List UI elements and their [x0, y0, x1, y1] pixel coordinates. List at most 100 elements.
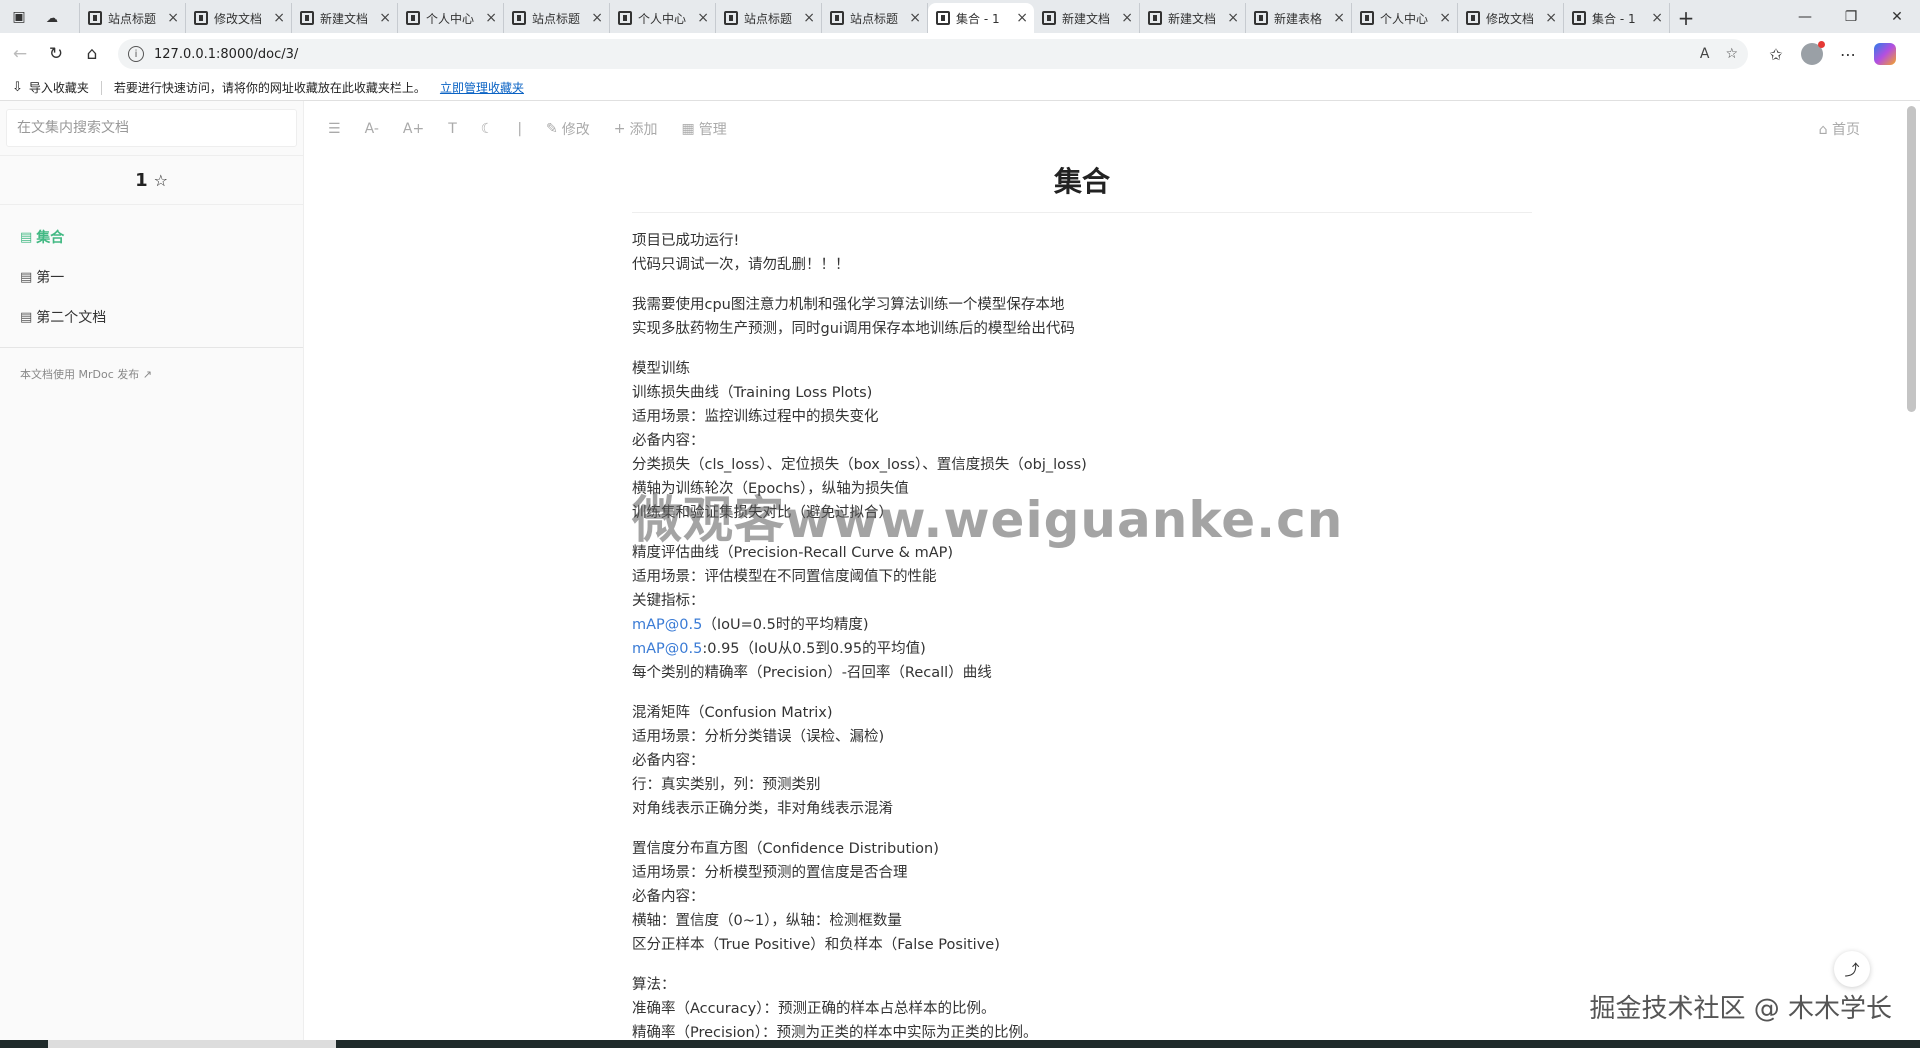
- import-favorites-button[interactable]: 导入收藏夹: [29, 79, 89, 96]
- map-link[interactable]: mAP@0.5: [632, 641, 702, 657]
- profile-avatar[interactable]: [1801, 41, 1825, 65]
- browser-tab[interactable]: 个人中心 ×: [610, 3, 716, 33]
- font-increase-icon[interactable]: A+: [403, 121, 424, 137]
- text-line: 对角线表示正确分类，非对角线表示混淆: [632, 801, 893, 817]
- page-icon: [1148, 11, 1162, 25]
- paragraph: 项目已成功运行! 代码只调试一次，请勿乱删！！！: [632, 229, 1532, 277]
- browser-tab[interactable]: 集合 - 1 ×: [1564, 3, 1670, 33]
- add-button[interactable]: + 添加: [614, 119, 658, 139]
- powered-by[interactable]: 本文档使用 MrDoc 发布 ↗: [0, 348, 303, 382]
- close-icon[interactable]: ×: [697, 10, 709, 26]
- text-line: 必备内容：: [632, 753, 705, 769]
- close-icon[interactable]: ×: [485, 10, 497, 26]
- favorite-star-icon[interactable]: ☆: [1725, 46, 1738, 62]
- doc-toolbar: ☰ A- A+ T ☾ | ✎ 修改 + 添加 ▦ 管理 ⌂ 首页: [304, 101, 1904, 157]
- restore-button[interactable]: ❐: [1828, 0, 1874, 33]
- close-icon[interactable]: ×: [1651, 10, 1663, 26]
- tab-label: 站点标题: [744, 11, 793, 26]
- cloud-icon: ☁: [46, 11, 58, 25]
- edit-button[interactable]: ✎ 修改: [546, 119, 590, 139]
- browser-tab[interactable]: 修改文档 ×: [186, 3, 292, 33]
- close-icon[interactable]: ×: [1333, 10, 1345, 26]
- text-line: 代码只调试一次，请勿乱删！！！: [632, 257, 850, 273]
- close-icon[interactable]: ×: [1545, 10, 1557, 26]
- doc-item-label: 第二个文档: [36, 310, 107, 326]
- close-icon[interactable]: ×: [1016, 10, 1028, 26]
- sidebar-doc-item[interactable]: ▤ 第一: [0, 257, 303, 297]
- settings-sliders-icon[interactable]: ☰: [328, 121, 341, 137]
- more-menu-icon[interactable]: ⋯: [1830, 45, 1866, 64]
- home-button[interactable]: ⌂: [74, 36, 110, 72]
- close-icon[interactable]: ×: [1121, 10, 1133, 26]
- new-tab-button[interactable]: +: [1670, 3, 1702, 33]
- text-line: 我需要使用cpu图注意力机制和强化学习算法训练一个模型保存本地: [632, 297, 1065, 313]
- close-icon[interactable]: ×: [167, 10, 179, 26]
- browser-tab[interactable]: 新建表格 ×: [1246, 3, 1352, 33]
- browser-tab[interactable]: 站点标题 ×: [822, 3, 928, 33]
- collection-title-text: 1: [135, 169, 148, 191]
- manage-favorites-link[interactable]: 立即管理收藏夹: [440, 79, 524, 96]
- manage-button[interactable]: ▦ 管理: [682, 119, 727, 139]
- browser-tab[interactable]: 站点标题 ×: [80, 3, 186, 33]
- close-icon[interactable]: ×: [591, 10, 603, 26]
- refresh-button[interactable]: ↻: [38, 36, 74, 72]
- share-icon: ⤴: [1844, 960, 1860, 979]
- back-button[interactable]: ←: [2, 36, 38, 72]
- close-icon[interactable]: ×: [273, 10, 285, 26]
- close-icon[interactable]: ×: [1439, 10, 1451, 26]
- star-icon[interactable]: ☆: [154, 171, 168, 190]
- add-label: 添加: [629, 122, 658, 138]
- scrollbar-thumb[interactable]: [1907, 106, 1916, 412]
- text-span: :0.95（IoU从0.5到0.95的平均值): [702, 641, 926, 657]
- page-icon: [194, 11, 208, 25]
- favorites-icon[interactable]: ✩: [1758, 45, 1794, 64]
- paragraph: 我需要使用cpu图注意力机制和强化学习算法训练一个模型保存本地 实现多肽药物生产预…: [632, 293, 1532, 341]
- tab-label: 修改文档: [1486, 11, 1535, 26]
- sidebar-doc-item[interactable]: ▤ 第二个文档: [0, 297, 303, 337]
- share-button[interactable]: ⤴: [1834, 951, 1870, 987]
- doc-body: 项目已成功运行! 代码只调试一次，请勿乱删！！！ 我需要使用cpu图注意力机制和强化…: [632, 229, 1532, 1045]
- text-line: mAP@0.5（IoU=0.5时的平均精度): [632, 613, 1532, 637]
- home-link[interactable]: ⌂ 首页: [1819, 119, 1860, 139]
- close-icon[interactable]: ×: [909, 10, 921, 26]
- browser-tab[interactable]: 个人中心 ×: [398, 3, 504, 33]
- browser-tab[interactable]: 集合 - 1 ×: [928, 3, 1034, 33]
- address-bar-row: ← ↻ ⌂ i 127.0.0.1:8000/doc/3/ A ☆ ✩ ⋯: [0, 33, 1920, 75]
- pencil-icon: ✎: [546, 121, 558, 137]
- tab-label: 个人中心: [426, 11, 475, 26]
- tab-label: 集合 - 1: [956, 11, 1000, 26]
- tab-label: 站点标题: [850, 11, 899, 26]
- site-info-icon[interactable]: i: [128, 46, 144, 62]
- tab-actions-icon[interactable]: ▣: [0, 0, 38, 33]
- font-decrease-icon[interactable]: A-: [365, 121, 379, 137]
- night-mode-icon[interactable]: ☾: [481, 121, 494, 137]
- browser-tab[interactable]: 新建文档 ×: [1140, 3, 1246, 33]
- text-span: （IoU=0.5时的平均精度): [702, 617, 869, 633]
- text-line: 必备内容：: [632, 889, 705, 905]
- sidebar-doc-item[interactable]: ▤ 集合: [0, 217, 303, 257]
- close-window-button[interactable]: ✕: [1874, 0, 1920, 33]
- browser-tab[interactable]: 站点标题 ×: [716, 3, 822, 33]
- close-icon[interactable]: ×: [1227, 10, 1239, 26]
- browser-tab[interactable]: 新建文档 ×: [292, 3, 398, 33]
- close-icon[interactable]: ×: [379, 10, 391, 26]
- tab-label: 站点标题: [108, 11, 157, 26]
- taskbar: [0, 1040, 1920, 1048]
- toolbar-divider: |: [517, 121, 523, 137]
- url-field[interactable]: i 127.0.0.1:8000/doc/3/ A ☆: [118, 39, 1748, 69]
- read-aloud-icon[interactable]: A: [1700, 46, 1710, 62]
- font-type-icon[interactable]: T: [448, 121, 457, 137]
- browser-tab[interactable]: 新建文档 ×: [1034, 3, 1140, 33]
- browser-tab[interactable]: 个人中心 ×: [1352, 3, 1458, 33]
- map-link[interactable]: mAP@0.5: [632, 617, 702, 633]
- search-input[interactable]: [17, 120, 296, 136]
- tab-label: 集合 - 1: [1592, 11, 1636, 26]
- tab-label: 个人中心: [638, 11, 687, 26]
- minimize-button[interactable]: —: [1782, 0, 1828, 33]
- browser-tab[interactable]: 修改文档 ×: [1458, 3, 1564, 33]
- text-line: 模型训练: [632, 361, 690, 377]
- pinned-tab[interactable]: ☁: [38, 3, 80, 33]
- browser-tab[interactable]: 站点标题 ×: [504, 3, 610, 33]
- close-icon[interactable]: ×: [803, 10, 815, 26]
- copilot-icon[interactable]: [1874, 43, 1896, 65]
